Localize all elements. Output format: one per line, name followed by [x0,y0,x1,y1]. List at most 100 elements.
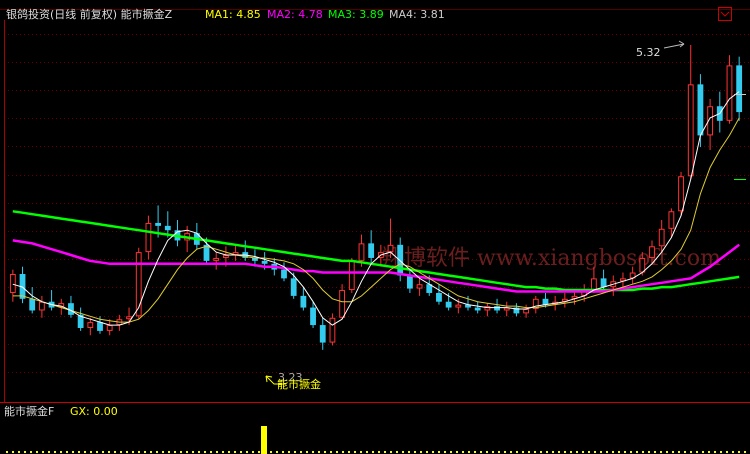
baseline-dot [192,451,194,453]
baseline-dot [504,451,506,453]
baseline-dot [510,451,512,453]
baseline-dot [312,451,314,453]
baseline-dot [378,451,380,453]
baseline-dot [438,451,440,453]
candle [9,269,16,302]
candle [484,303,491,317]
candle [348,257,355,293]
candle [532,295,539,314]
baseline-dot [150,451,152,453]
candle [329,313,336,346]
baseline-dot [534,451,536,453]
baseline-dot [450,451,452,453]
baseline-dot [294,451,296,453]
baseline-dot [660,451,662,453]
candle [48,290,55,311]
baseline-dot [384,451,386,453]
baseline-dot [258,451,260,453]
candle [474,301,481,314]
sub-indicator-title: 能市撅金F [4,404,54,418]
baseline-dot [618,451,620,453]
baseline-dot [330,451,332,453]
baseline-dot [696,451,698,453]
baseline-dot [234,451,236,453]
baseline-dot [42,451,44,453]
candle [29,287,36,314]
gx-signal-bar [261,426,267,454]
baseline-dot [648,451,650,453]
baseline-dot [318,451,320,453]
candle [87,317,94,336]
candle [561,292,568,308]
baseline-dot [702,451,704,453]
baseline-dot [36,451,38,453]
candle [513,303,520,317]
candle [610,275,617,296]
baseline-dot [216,451,218,453]
baseline-dot [276,451,278,453]
baseline-dot [228,451,230,453]
baseline-dot [486,451,488,453]
high-price-label: 5.32 [636,46,661,59]
baseline-dot [726,451,728,453]
candle [319,317,326,350]
baseline-dot [18,451,20,453]
baseline-dot [96,451,98,453]
candle [707,98,714,150]
baseline-dot [678,451,680,453]
baseline-dot [474,451,476,453]
baseline-dot [156,451,158,453]
baseline-dot [744,451,746,453]
candlestick-chart: 翔博软件 www.xiangbosoft.com 5.32 3.23 能市撅金 … [0,7,750,454]
ma-lines-group [12,91,740,326]
baseline-dot [144,451,146,453]
baseline-dot [426,451,428,453]
baseline-dot [30,451,32,453]
baseline-dot [738,451,740,453]
candle [716,91,723,133]
baseline-dot [354,451,356,453]
baseline-dot [222,451,224,453]
baseline-dot [576,451,578,453]
baseline-dot [552,451,554,453]
baseline-dot [498,451,500,453]
baseline-dot [684,451,686,453]
baseline-dot [672,451,674,453]
baseline-dot [54,451,56,453]
baseline-dot [714,451,716,453]
baseline-dot [288,451,290,453]
main-title: 银鸽投资(日线 前复权) 能市撅金Z [6,7,173,21]
baseline-dot [138,451,140,453]
baseline-dot [492,451,494,453]
baseline-dot [264,451,266,453]
baseline-dot [636,451,638,453]
baseline-dot [72,451,74,453]
baseline-dot [732,451,734,453]
baseline-dots [6,451,746,453]
legend-ma3: MA3: 3.89 [328,8,384,21]
baseline-dot [588,451,590,453]
baseline-dot [720,451,722,453]
candle [38,295,45,318]
baseline-dot [246,451,248,453]
baseline-dot [66,451,68,453]
baseline-dot [456,451,458,453]
baseline-dot [690,451,692,453]
baseline-dot [300,451,302,453]
candle [687,44,694,180]
baseline-dot [642,451,644,453]
baseline-dot [174,451,176,453]
baseline-dot [528,451,530,453]
baseline-dot [480,451,482,453]
baseline-dot [558,451,560,453]
baseline-dot [516,451,518,453]
baseline-dot [126,451,128,453]
candle [281,262,287,282]
baseline-dot [198,451,200,453]
baseline-dot [270,451,272,453]
baseline-dot [162,451,164,453]
baseline-dot [624,451,626,453]
legend-gx: GX: 0.00 [70,405,118,418]
baseline-dot [600,451,602,453]
baseline-dot [612,451,614,453]
